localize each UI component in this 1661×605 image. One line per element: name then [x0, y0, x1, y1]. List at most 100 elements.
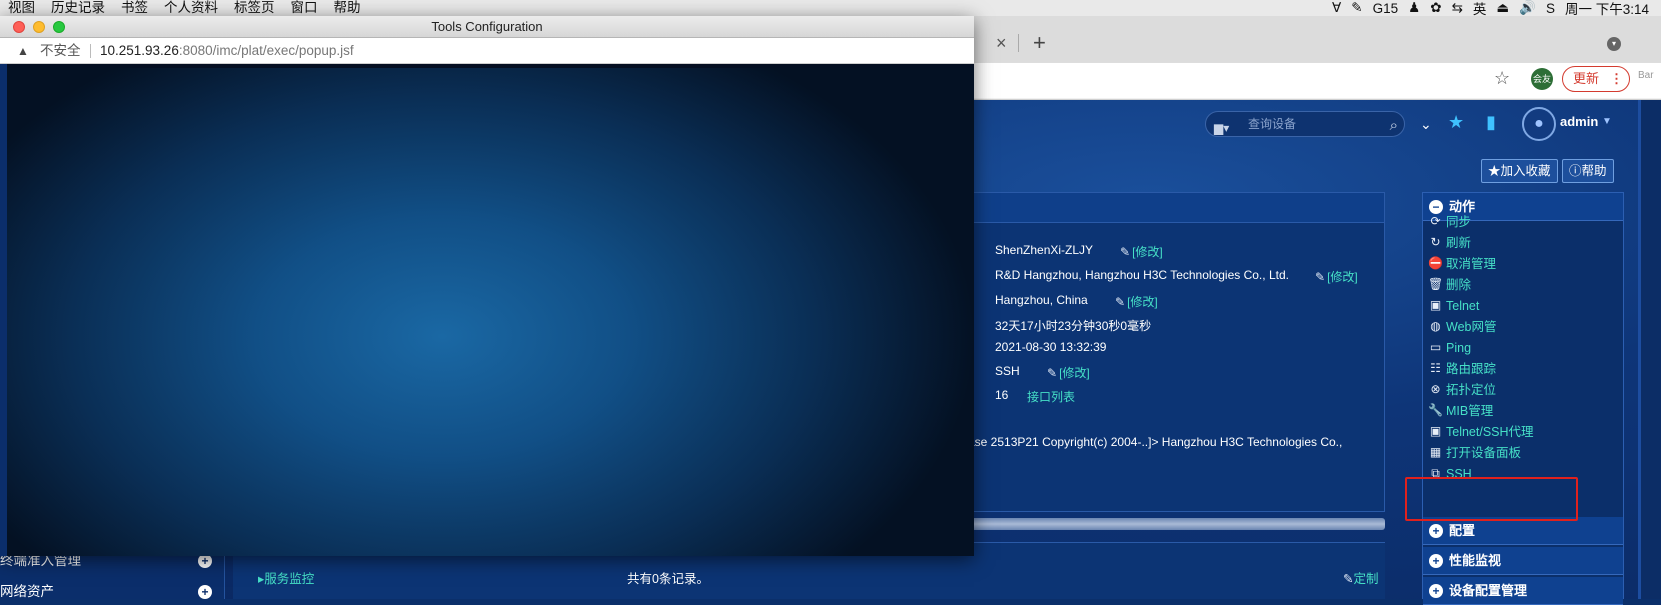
tab-close-button[interactable]: × — [996, 33, 1007, 54]
config-section-header[interactable]: + 配置 — [1423, 517, 1623, 545]
zoom-window-button[interactable] — [53, 21, 65, 33]
device-interface-count: 16 — [995, 388, 1009, 402]
qq-icon[interactable]: ♟ — [1408, 0, 1420, 16]
expand-icon[interactable]: + — [198, 585, 212, 599]
menu-window[interactable]: 窗口 — [283, 0, 326, 16]
ping-icon: ▭ — [1429, 340, 1442, 354]
mute-bell-icon[interactable]: ✎ — [1351, 0, 1362, 16]
action-label: Telnet — [1446, 299, 1480, 313]
update-button[interactable]: 更新 ⋮ — [1562, 66, 1630, 92]
notification-count[interactable]: G15 — [1373, 1, 1399, 16]
device-contact: R&D Hangzhou, Hangzhou H3C Technologies … — [995, 268, 1289, 282]
menu-profile[interactable]: 个人资料 — [156, 0, 226, 16]
device-search-input[interactable]: ▆▾ 查询设备 ⌕ — [1205, 111, 1405, 137]
menu-help[interactable]: 帮助 — [326, 0, 369, 16]
perf-monitor-section-header[interactable]: + 性能监视 — [1423, 547, 1623, 575]
action-label: 拓扑定位 — [1446, 383, 1497, 397]
edit-contact-link[interactable]: ✎ [修改] — [1315, 268, 1358, 285]
device-last-poll: 2021-08-30 13:32:39 — [995, 340, 1107, 354]
telnet-icon: ▣ — [1429, 298, 1442, 312]
device-uptime: 32天17小时23分钟30秒0毫秒 — [995, 319, 1152, 333]
expand-icon: + — [1429, 524, 1443, 538]
action-item-10[interactable]: ▣ Telnet/SSH代理 — [1428, 422, 1534, 442]
action-item-0[interactable]: ⟳ 同步 — [1428, 212, 1471, 232]
close-window-button[interactable] — [13, 21, 25, 33]
action-label: 路由跟踪 — [1446, 362, 1497, 376]
action-item-6[interactable]: ▭ Ping — [1428, 338, 1471, 358]
popup-content-blurred — [7, 68, 974, 556]
edit-access-link[interactable]: ✎ [修改] — [1047, 364, 1090, 381]
device-location: Hangzhou, China — [995, 293, 1088, 307]
popup-titlebar[interactable]: Tools Configuration — [0, 16, 974, 38]
edit-icon: ✎ — [1047, 366, 1058, 380]
proxy-icon: ▣ — [1429, 424, 1442, 438]
menu-history[interactable]: 历史记录 — [43, 0, 113, 16]
profile-avatar[interactable]: 会友 — [1531, 68, 1553, 90]
popup-url[interactable]: 10.251.93.26:8080/imc/plat/exec/popup.js… — [100, 38, 354, 64]
panel-icon: ▦ — [1429, 445, 1442, 459]
chevron-down-icon[interactable]: ⌄ — [1420, 116, 1432, 133]
favorite-star-icon[interactable]: ★ — [1448, 112, 1464, 133]
edit-icon: ✎ — [1115, 295, 1126, 309]
tab-search-icon[interactable]: ▾ — [1607, 37, 1621, 51]
teamviewer-icon[interactable]: ⇆ — [1452, 0, 1463, 16]
trash-icon: 🗑 — [1428, 277, 1444, 291]
volume-icon[interactable]: 🔊 — [1519, 0, 1536, 16]
edit-name-link[interactable]: ✎ [修改] — [1120, 243, 1163, 260]
device-description: ase 2513P21 Copyright(c) 2004-..]> Hangz… — [968, 435, 1343, 449]
menu-tabs[interactable]: 标签页 — [226, 0, 283, 16]
edit-location-link[interactable]: ✎ [修改] — [1115, 293, 1158, 310]
action-item-7[interactable]: ☷ 路由跟踪 — [1428, 359, 1496, 379]
bookmark-icon[interactable]: ▮ — [1486, 112, 1496, 133]
more-menu-icon[interactable]: ⋮ — [1610, 67, 1623, 91]
menu-view[interactable]: 视图 — [0, 0, 43, 16]
device-type-icon[interactable]: ▆▾ — [1214, 116, 1229, 140]
action-item-2[interactable]: ⛔ 取消管理 — [1428, 254, 1496, 274]
interface-list-link[interactable]: 接口列表 — [1027, 388, 1075, 405]
wechat-icon[interactable]: ✿ — [1430, 0, 1441, 16]
action-label: MIB管理 — [1446, 404, 1494, 418]
action-item-3[interactable]: 🗑 删除 — [1428, 275, 1471, 295]
web-icon: ◍ — [1430, 319, 1441, 333]
record-count: 共有0条记录。 — [627, 572, 709, 586]
action-item-9[interactable]: 🔧 MIB管理 — [1428, 401, 1493, 421]
device-config-mgmt-section-header[interactable]: + 设备配置管理 — [1423, 577, 1623, 605]
customize-link[interactable]: ✎定制 — [1343, 568, 1379, 587]
action-item-4[interactable]: ▣ Telnet — [1428, 296, 1480, 316]
user-avatar-icon[interactable]: ● — [1522, 107, 1556, 141]
popup-title: Tools Configuration — [431, 19, 543, 34]
eject-icon[interactable]: ⏏ — [1496, 0, 1509, 16]
search-icon[interactable]: ⌕ — [1390, 114, 1398, 138]
action-item-1[interactable]: ↻ 刷新 — [1428, 233, 1471, 253]
insecure-label[interactable]: 不安全 — [40, 38, 81, 64]
action-label: Telnet/SSH代理 — [1446, 425, 1534, 439]
warning-icon[interactable]: ▲ — [17, 38, 29, 64]
expand-icon: + — [1429, 554, 1443, 568]
ssh-highlight-box — [1405, 477, 1578, 521]
action-label: 同步 — [1446, 215, 1472, 229]
action-item-5[interactable]: ◍ Web网管 — [1428, 317, 1496, 337]
minimize-window-button[interactable] — [33, 21, 45, 33]
sync-icon: ⟳ — [1430, 214, 1441, 228]
vpn-icon[interactable]: ∀ — [1332, 0, 1341, 16]
service-monitor-toggle[interactable]: ▸服务监控 — [258, 568, 314, 587]
action-label: 删除 — [1446, 278, 1472, 292]
topology-icon: ⊗ — [1430, 382, 1441, 396]
admin-name[interactable]: admin — [1560, 114, 1598, 129]
sync-app-icon[interactable]: S — [1546, 1, 1555, 16]
caret-down-icon[interactable]: ▼ — [1602, 116, 1612, 127]
bookmark-star-icon[interactable]: ☆ — [1494, 68, 1510, 89]
nav-network-assets[interactable]: 网络资产 + — [0, 579, 220, 605]
expand-icon[interactable]: + — [198, 554, 212, 568]
address-separator — [90, 44, 91, 58]
popup-address-bar[interactable]: ▲ 不安全 10.251.93.26:8080/imc/plat/exec/po… — [0, 38, 974, 64]
add-favorite-button[interactable]: ★加入收藏 — [1481, 159, 1558, 183]
help-button[interactable]: ⓘ帮助 — [1562, 159, 1614, 183]
action-item-11[interactable]: ▦ 打开设备面板 — [1428, 443, 1521, 463]
question-icon: ⓘ — [1569, 164, 1582, 178]
unmanage-icon: ⛔ — [1428, 256, 1443, 270]
refresh-icon: ↻ — [1430, 235, 1441, 249]
action-item-8[interactable]: ⊗ 拓扑定位 — [1428, 380, 1496, 400]
menu-bookmarks[interactable]: 书签 — [113, 0, 156, 16]
new-tab-button[interactable]: + — [1033, 30, 1046, 56]
